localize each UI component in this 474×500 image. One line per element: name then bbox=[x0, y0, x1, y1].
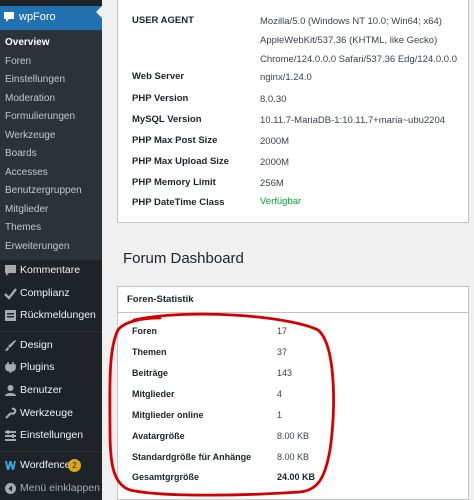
submenu-themes[interactable]: Themes bbox=[5, 222, 41, 233]
sidebar-item-label: Wordfence bbox=[20, 459, 71, 471]
sidebar-item-kommentare[interactable]: Kommentare bbox=[0, 260, 102, 282]
sidebar-item-plugins[interactable]: Plugins bbox=[0, 357, 102, 379]
stat-label: Standardgröße für Anhänge bbox=[132, 452, 252, 462]
collapse-menu-button[interactable]: Menü einklappen bbox=[0, 478, 102, 500]
main-content: USER AGENT Mozilla/5.0 (Windows NT 10.0;… bbox=[102, 0, 474, 500]
status-available-text: Verfügbar bbox=[260, 196, 302, 207]
sidebar-item-label: Werkzeuge bbox=[20, 407, 73, 419]
submenu-overview[interactable]: Overview bbox=[5, 37, 49, 48]
menu-separator bbox=[0, 451, 102, 452]
info-value: nginx/1.24.0 bbox=[260, 72, 312, 83]
server-info-card: USER AGENT Mozilla/5.0 (Windows NT 10.0;… bbox=[117, 0, 469, 223]
submenu-benutzergruppen[interactable]: Benutzergruppen bbox=[5, 185, 82, 196]
info-value: Chrome/124.0.0.0 Safari/537.36 Edg/124.0… bbox=[260, 54, 457, 65]
sidebar-item-label: Complianz bbox=[20, 287, 70, 299]
submenu-boards[interactable]: Boards bbox=[5, 148, 37, 159]
feedback-icon bbox=[5, 310, 16, 321]
info-value: Mozilla/5.0 (Windows NT 10.0; Win64; x64… bbox=[260, 16, 442, 27]
stat-label: Beiträge bbox=[132, 368, 169, 378]
comment-icon bbox=[5, 265, 16, 276]
submenu-einstellungen[interactable]: Einstellungen bbox=[5, 74, 65, 85]
check-icon bbox=[4, 288, 17, 300]
page-title: Forum Dashboard bbox=[123, 250, 244, 267]
submenu-werkzeuge[interactable]: Werkzeuge bbox=[5, 130, 55, 141]
stat-label: Gesamtgrgröße bbox=[132, 472, 200, 482]
sidebar-item-werkzeuge[interactable]: Werkzeuge bbox=[0, 403, 102, 425]
wrench-icon bbox=[5, 407, 17, 419]
submenu-formulierungen[interactable]: Formulierungen bbox=[5, 111, 75, 122]
stat-value: 8.00 KB bbox=[277, 452, 310, 462]
sidebar-item-label: Rückmeldungen bbox=[20, 309, 96, 321]
menu-separator bbox=[0, 331, 102, 332]
submenu-foren[interactable]: Foren bbox=[5, 56, 31, 67]
admin-sidebar: wpForo Overview Foren Einstellungen Mode… bbox=[0, 0, 102, 500]
sidebar-item-complianz[interactable]: Complianz bbox=[0, 283, 102, 305]
user-icon bbox=[5, 385, 16, 396]
info-key: MySQL Version bbox=[132, 114, 202, 125]
forum-stats-card: Foren-Statistik Foren 17 Themen 37 Beitr… bbox=[117, 286, 469, 500]
brush-icon bbox=[5, 340, 16, 351]
stat-value: 143 bbox=[277, 368, 293, 378]
info-value: 2000M bbox=[260, 157, 290, 168]
collapse-icon bbox=[5, 483, 16, 494]
submenu-moderation[interactable]: Moderation bbox=[5, 93, 55, 104]
info-key: PHP Max Post Size bbox=[132, 135, 218, 146]
info-value: 256M bbox=[260, 178, 284, 189]
stat-value: 17 bbox=[277, 326, 288, 336]
wpforo-submenu: Overview Foren Einstellungen Moderation … bbox=[0, 30, 102, 260]
info-key: PHP Max Upload Size bbox=[132, 156, 229, 167]
sidebar-item-rueckmeldungen[interactable]: Rückmeldungen bbox=[0, 305, 102, 327]
info-value: 10.11.7-MariaDB-1:10.11.7+maria~ubu2204 bbox=[260, 115, 446, 126]
stat-value: 8.00 KB bbox=[277, 431, 310, 441]
sidebar-item-wpforo[interactable]: wpForo bbox=[0, 6, 102, 30]
stat-label: Mitglieder bbox=[132, 389, 175, 399]
stat-value: 4 bbox=[277, 389, 283, 399]
sidebar-item-wordfence[interactable]: Wordfence 2 bbox=[0, 455, 102, 477]
card-header: Foren-Statistik bbox=[118, 287, 468, 313]
sidebar-item-einstellungen[interactable]: Einstellungen bbox=[0, 425, 102, 447]
stat-value: 37 bbox=[277, 347, 288, 357]
info-value: 2000M bbox=[260, 136, 290, 147]
wpforo-icon bbox=[4, 12, 14, 22]
info-value: AppleWebKit/537.36 (KHTML, like Gecko) bbox=[260, 35, 438, 46]
sidebar-item-label: Benutzer bbox=[20, 384, 63, 396]
sidebar-item-benutzer[interactable]: Benutzer bbox=[0, 380, 102, 402]
wordfence-icon bbox=[5, 461, 16, 470]
sidebar-item-design[interactable]: Design bbox=[0, 335, 102, 357]
sidebar-item-label: Plugins bbox=[20, 361, 55, 373]
submenu-accesses[interactable]: Accesses bbox=[5, 167, 48, 178]
update-count-badge: 2 bbox=[68, 459, 81, 472]
stat-label: Avatargröße bbox=[132, 431, 185, 441]
info-key: PHP Version bbox=[132, 93, 189, 104]
sidebar-item-label: Design bbox=[20, 339, 53, 351]
sidebar-item-label: Einstellungen bbox=[20, 429, 84, 441]
sidebar-item-label: Kommentare bbox=[20, 264, 81, 276]
info-key: Web Server bbox=[132, 71, 185, 82]
stat-value: 1 bbox=[277, 410, 283, 420]
submenu-mitglieder[interactable]: Mitglieder bbox=[5, 204, 48, 215]
stat-label: Mitglieder online bbox=[132, 410, 204, 420]
info-value: 8.0.30 bbox=[260, 94, 287, 105]
settings-icon bbox=[5, 430, 16, 441]
stat-label: Foren bbox=[132, 326, 158, 336]
submenu-erweiterungen[interactable]: Erweiterungen bbox=[5, 241, 69, 252]
info-key: PHP Memory Limit bbox=[132, 177, 216, 188]
card-title: Foren-Statistik bbox=[127, 294, 194, 305]
sidebar-item-label: wpForo bbox=[19, 11, 56, 23]
info-key: PHP DateTime Class bbox=[132, 197, 225, 208]
info-key: USER AGENT bbox=[132, 15, 194, 26]
stat-value: 24.00 KB bbox=[277, 472, 316, 482]
stat-label: Themen bbox=[132, 347, 167, 357]
sidebar-item-label: Menü einklappen bbox=[20, 482, 100, 494]
plugin-icon bbox=[5, 362, 16, 373]
